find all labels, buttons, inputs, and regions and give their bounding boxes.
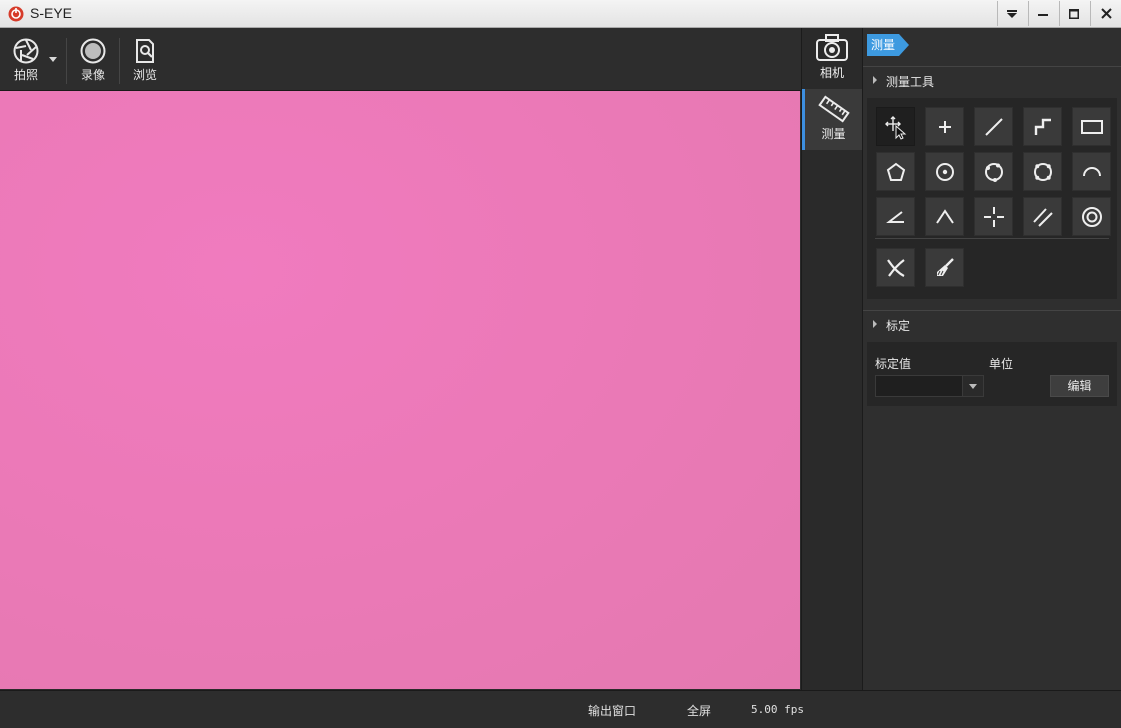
nav-measure[interactable]: 测量 — [802, 89, 862, 150]
circle-center-icon — [935, 162, 954, 181]
four-point-circle-icon — [1033, 162, 1052, 181]
clear-brush-icon — [936, 257, 954, 276]
tool-polyline[interactable] — [1023, 107, 1062, 146]
tool-line[interactable] — [974, 107, 1013, 146]
panel-tab-measure[interactable]: 测量 — [867, 34, 910, 56]
app-logo-icon — [8, 6, 24, 22]
output-window-button[interactable]: 输出窗口 — [588, 702, 636, 719]
fps-readout: 5.00 fps — [751, 703, 804, 716]
calibration-box: 标定值 单位 编辑 — [867, 342, 1117, 406]
tool-arc[interactable] — [1072, 152, 1111, 191]
browse-label: 浏览 — [132, 68, 157, 82]
title-bar: S-EYE — [0, 0, 1121, 28]
aperture-icon — [13, 38, 39, 64]
delete-icon — [886, 258, 905, 277]
three-point-circle-icon — [984, 162, 1003, 182]
maximize-icon — [1069, 8, 1079, 19]
capture-button[interactable]: 拍照 — [8, 28, 44, 90]
tool-polygon[interactable] — [876, 152, 915, 191]
rectangle-icon — [1080, 119, 1103, 134]
tool-clear[interactable] — [925, 248, 964, 287]
minimize-icon — [1038, 13, 1048, 16]
status-bar: 输出窗口 全屏 5.00 fps — [0, 690, 1121, 728]
browse-button[interactable]: 浏览 — [128, 28, 162, 90]
menu-dropdown-button[interactable] — [997, 1, 1026, 26]
ruler-icon — [817, 95, 850, 123]
toolbar-divider — [66, 38, 67, 84]
tool-four-point-circle[interactable] — [1023, 152, 1062, 191]
measure-panel: 测量 测量工具 标定 标定值 单位 编辑 — [862, 28, 1121, 690]
record-icon — [80, 38, 106, 64]
tool-delete[interactable] — [876, 248, 915, 287]
tool-parallel-lines[interactable] — [1023, 197, 1062, 236]
tool-concentric-circles[interactable] — [1072, 197, 1111, 236]
polyline-icon — [1034, 118, 1051, 135]
expand-arrow-icon — [873, 320, 877, 328]
capture-toolbar: 拍照 录像 浏览 — [0, 28, 801, 91]
record-button[interactable]: 录像 — [76, 28, 110, 90]
tool-angle[interactable] — [876, 197, 915, 236]
toolbar-divider — [119, 38, 120, 84]
line-icon — [984, 117, 1003, 136]
point-icon — [938, 120, 951, 133]
move-cursor-icon — [884, 115, 906, 140]
nav-camera[interactable]: 相机 — [802, 28, 862, 89]
nav-camera-label: 相机 — [819, 66, 844, 80]
calibration-value-select[interactable] — [875, 375, 984, 397]
tool-circle-center[interactable] — [925, 152, 964, 191]
measure-tools-header[interactable]: 测量工具 — [863, 66, 1121, 94]
record-label: 录像 — [80, 68, 105, 82]
browse-file-icon — [136, 39, 154, 63]
polygon-icon — [886, 162, 905, 181]
measure-tools-grid — [867, 98, 1117, 299]
three-point-angle-icon — [935, 208, 954, 224]
tool-move[interactable] — [876, 107, 915, 146]
tool-three-point-circle[interactable] — [974, 152, 1013, 191]
calibration-unit-label: 单位 — [989, 357, 1014, 371]
parallel-lines-icon — [1032, 207, 1053, 227]
tool-crosshair[interactable] — [974, 197, 1013, 236]
camera-preview[interactable] — [0, 91, 800, 689]
close-icon — [1100, 8, 1112, 19]
select-dropdown-button[interactable] — [962, 376, 983, 396]
capture-options-chevron-icon[interactable] — [49, 57, 57, 62]
expand-arrow-icon — [873, 76, 877, 84]
tool-three-point-angle[interactable] — [925, 197, 964, 236]
chevron-down-icon — [969, 383, 977, 389]
capture-label: 拍照 — [13, 68, 38, 82]
tool-point[interactable] — [925, 107, 964, 146]
measure-tools-title: 测量工具 — [886, 75, 935, 89]
maximize-button[interactable] — [1059, 1, 1088, 26]
calibration-value-label: 标定值 — [875, 357, 912, 371]
dropdown-icon — [1007, 9, 1017, 18]
camera-icon — [816, 34, 848, 61]
minimize-button[interactable] — [1028, 1, 1057, 26]
window-title: S-EYE — [30, 5, 73, 21]
tool-rectangle[interactable] — [1072, 107, 1111, 146]
concentric-circles-icon — [1081, 206, 1102, 227]
side-nav: 相机 测量 — [801, 28, 863, 690]
tools-divider — [875, 238, 1109, 239]
edit-button[interactable]: 编辑 — [1050, 375, 1109, 397]
angle-icon — [885, 210, 904, 223]
fullscreen-button[interactable]: 全屏 — [687, 702, 711, 719]
arc-icon — [1082, 166, 1101, 176]
crosshair-icon — [983, 206, 1004, 227]
calibration-title: 标定 — [886, 319, 911, 333]
nav-measure-label: 测量 — [821, 127, 846, 141]
calibration-header[interactable]: 标定 — [863, 310, 1121, 338]
close-button[interactable] — [1090, 1, 1121, 26]
